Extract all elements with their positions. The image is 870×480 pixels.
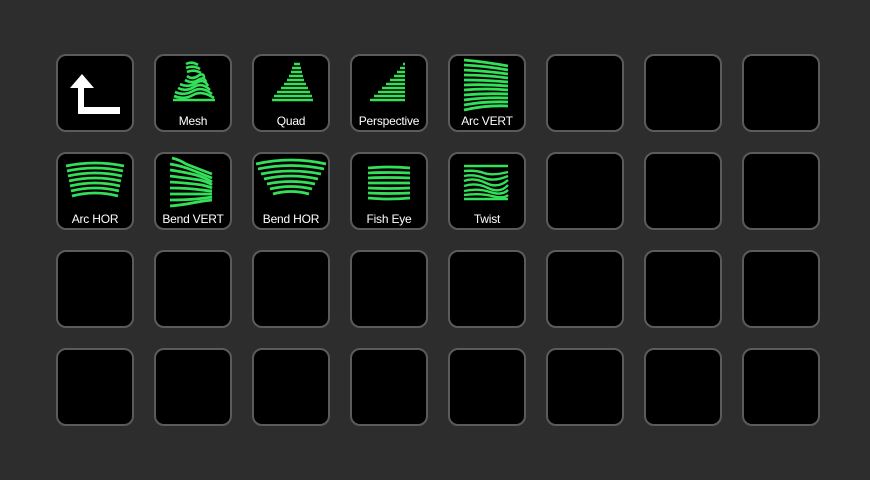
empty-key[interactable]: [742, 348, 820, 426]
empty-key[interactable]: [546, 54, 624, 132]
arc-vert-key[interactable]: Arc VERT: [448, 54, 526, 132]
bend-vert-warp-icon: [156, 154, 230, 214]
empty-key[interactable]: [546, 152, 624, 230]
empty-key[interactable]: [644, 348, 722, 426]
fish-eye-warp-icon: [352, 154, 426, 214]
back-key[interactable]: [56, 54, 134, 132]
arc-vert-warp-icon: [450, 56, 524, 116]
empty-key[interactable]: [448, 250, 526, 328]
empty-key[interactable]: [742, 152, 820, 230]
bend-hor-key-label: Bend HOR: [262, 212, 320, 226]
empty-key[interactable]: [742, 250, 820, 328]
empty-key[interactable]: [546, 250, 624, 328]
bend-vert-key[interactable]: Bend VERT: [154, 152, 232, 230]
empty-key[interactable]: [644, 152, 722, 230]
mesh-key-label: Mesh: [178, 114, 208, 128]
perspective-key-label: Perspective: [358, 114, 420, 128]
perspective-warp-icon: [352, 56, 426, 116]
empty-key[interactable]: [252, 250, 330, 328]
empty-key[interactable]: [56, 250, 134, 328]
empty-key[interactable]: [448, 348, 526, 426]
arc-hor-warp-icon: [58, 154, 132, 214]
empty-key[interactable]: [56, 348, 134, 426]
fish-eye-key-label: Fish Eye: [366, 212, 412, 226]
mesh-warp-icon: [156, 56, 230, 116]
arc-hor-key-label: Arc HOR: [71, 212, 119, 226]
arc-vert-key-label: Arc VERT: [461, 114, 513, 128]
perspective-key[interactable]: Perspective: [350, 54, 428, 132]
empty-key[interactable]: [154, 348, 232, 426]
quad-key[interactable]: Quad: [252, 54, 330, 132]
arc-hor-key[interactable]: Arc HOR: [56, 152, 134, 230]
twist-warp-icon: [450, 154, 524, 214]
empty-key[interactable]: [644, 54, 722, 132]
bend-hor-warp-icon: [254, 154, 328, 214]
twist-key-label: Twist: [473, 212, 501, 226]
empty-key[interactable]: [154, 250, 232, 328]
key-grid: Mesh Quad Perspective Arc VERT Arc HOR B…: [56, 54, 820, 426]
empty-key[interactable]: [644, 250, 722, 328]
mesh-key[interactable]: Mesh: [154, 54, 232, 132]
fish-eye-key[interactable]: Fish Eye: [350, 152, 428, 230]
bend-vert-key-label: Bend VERT: [162, 212, 224, 226]
quad-key-label: Quad: [276, 114, 306, 128]
empty-key[interactable]: [350, 250, 428, 328]
bend-hor-key[interactable]: Bend HOR: [252, 152, 330, 230]
empty-key[interactable]: [350, 348, 428, 426]
empty-key[interactable]: [742, 54, 820, 132]
quad-warp-icon: [254, 56, 328, 116]
empty-key[interactable]: [252, 348, 330, 426]
back-arrow-icon: [58, 56, 132, 116]
empty-key[interactable]: [546, 348, 624, 426]
twist-key[interactable]: Twist: [448, 152, 526, 230]
